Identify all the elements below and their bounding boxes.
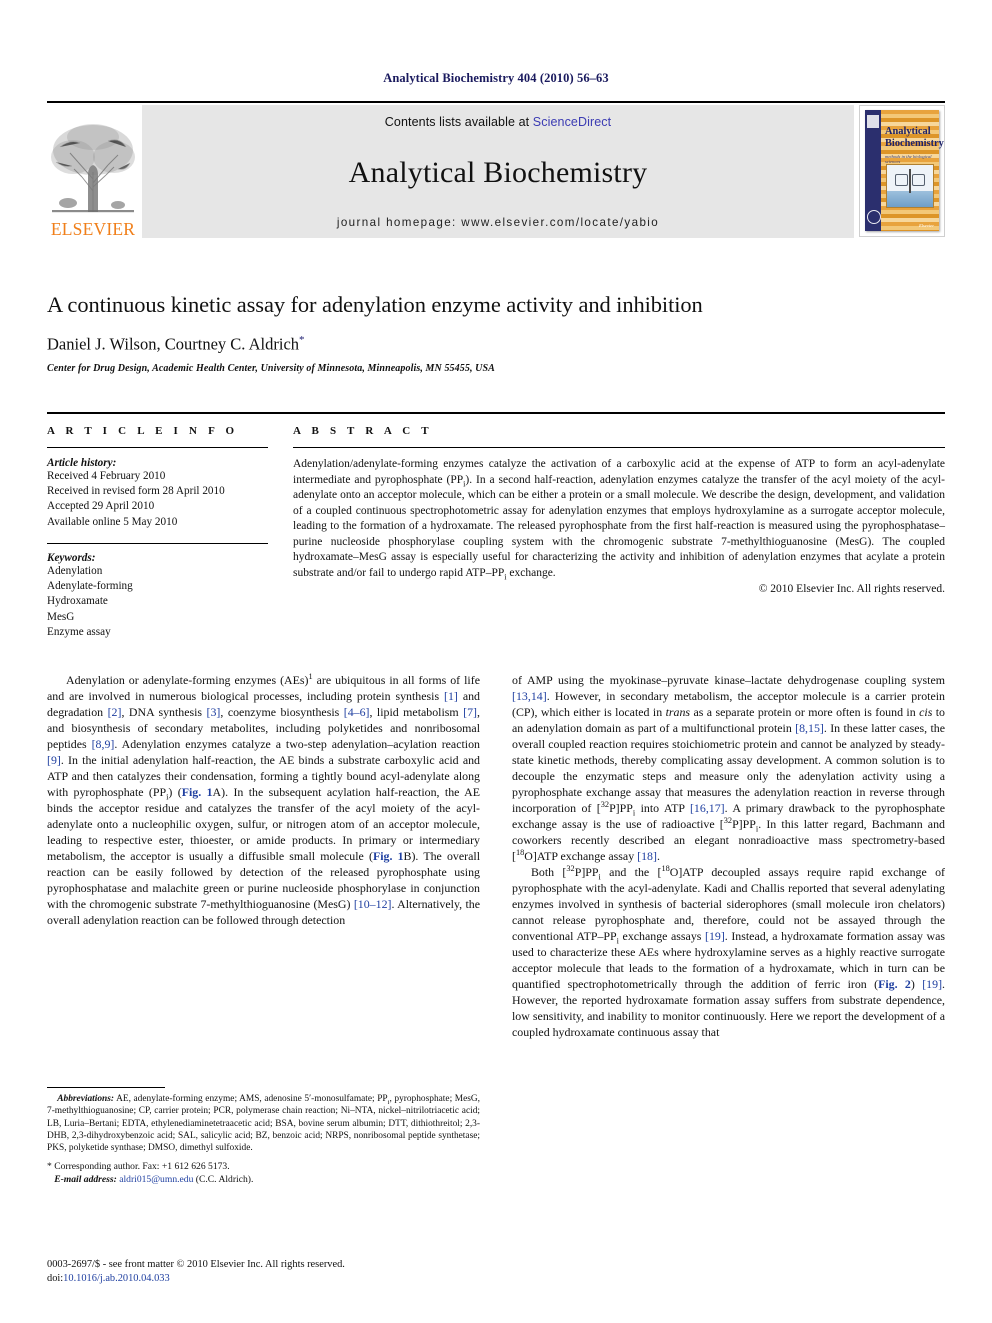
info-abstract-section: A R T I C L E I N F O Article history: R… <box>47 412 945 640</box>
abstract-heading: A B S T R A C T <box>293 425 433 437</box>
cover-art-molecule-left-icon <box>895 174 908 186</box>
article-history-label: Article history: <box>47 457 117 469</box>
running-head: Analytical Biochemistry 404 (2010) 56–63 <box>383 71 609 85</box>
article-info-rule <box>47 447 268 448</box>
keyword-item: Hydroxamate <box>47 595 108 608</box>
author-names: Daniel J. Wilson, Courtney C. Aldrich <box>47 334 300 354</box>
corresponding-author-footnote: * Corresponding author. Fax: +1 612 626 … <box>47 1161 480 1187</box>
journal-homepage-link[interactable]: journal homepage: www.elsevier.com/locat… <box>337 216 659 229</box>
body-paragraph: Adenylation or adenylate-forming enzymes… <box>47 672 481 927</box>
corresponding-text: Corresponding author. Fax: +1 612 626 51… <box>54 1161 230 1173</box>
journal-masthead: ELSEVIER Contents lists available at Sci… <box>47 101 945 240</box>
footnote-rule <box>47 1087 165 1088</box>
abstract-copyright: © 2010 Elsevier Inc. All rights reserved… <box>758 582 945 595</box>
abbreviations-label: Abbreviations: <box>57 1094 115 1104</box>
cover-artwork <box>886 164 934 208</box>
body-column-left: Adenylation or adenylate-forming enzymes… <box>47 672 480 1232</box>
journal-cover-thumbnail: Analytical Biochemistry methods in the b… <box>859 105 945 237</box>
doi-label: doi: <box>47 1273 64 1285</box>
keywords-block: Keywords: Adenylation Adenylate-forming … <box>47 552 268 640</box>
keywords-label: Keywords: <box>47 551 96 564</box>
abstract-column: A B S T R A C T Adenylation/adenylate-fo… <box>280 414 945 640</box>
keywords-rule <box>47 542 268 544</box>
cover-art-pole <box>909 169 912 193</box>
body-paragraph: of AMP using the myokinase–pyruvate kina… <box>512 673 946 863</box>
keyword-item: MesG <box>47 610 75 623</box>
issn-line: 0003-2697/$ - see front matter © 2010 El… <box>47 1259 345 1270</box>
elsevier-tree-icon <box>48 116 138 220</box>
article-info-column: A R T I C L E I N F O Article history: R… <box>47 414 280 640</box>
affiliation: Center for Drug Design, Academic Health … <box>47 363 495 375</box>
body-columns: Adenylation or adenylate-forming enzymes… <box>47 672 945 1232</box>
page-title: A continuous kinetic assay for adenylati… <box>47 292 703 317</box>
article-info-heading: A R T I C L E I N F O <box>47 425 239 437</box>
masthead-center-panel: Contents lists available at ScienceDirec… <box>142 105 854 238</box>
author-list: Daniel J. Wilson, Courtney C. Aldrich* <box>47 334 945 355</box>
elsevier-wordmark: ELSEVIER <box>50 218 136 239</box>
doi-line: doi:10.1016/j.ab.2010.04.033 <box>47 1272 480 1286</box>
keyword-item: Adenylate-forming <box>47 580 133 593</box>
doi-link[interactable]: 10.1016/j.ab.2010.04.033 <box>63 1273 170 1284</box>
cover-brand: Elsevier <box>918 223 934 228</box>
keyword-item: Adenylation <box>47 564 103 577</box>
footnote-block: Abbreviations: AE, adenylate-forming enz… <box>47 1087 480 1187</box>
cover-title: Analytical Biochemistry <box>885 126 944 149</box>
abstract-rule <box>293 447 945 448</box>
contents-available-line: Contents lists available at ScienceDirec… <box>385 115 611 129</box>
contents-prefix-text: Contents lists available at <box>384 115 533 129</box>
article-page: Analytical Biochemistry 404 (2010) 56–63 <box>0 0 992 1323</box>
body-paragraph: Both [32P]PPi and the [18O]ATP decoupled… <box>512 864 946 1039</box>
cover-globe-icon <box>867 210 881 224</box>
cover-title-line2: Biochemistry <box>885 137 944 149</box>
corresponding-author-marker: * <box>299 333 305 346</box>
history-item: Received in revised form 28 April 2010 <box>47 485 225 498</box>
article-title-block: A continuous kinetic assay for adenylati… <box>47 292 945 374</box>
body-column-right: of AMP using the myokinase–pyruvate kina… <box>512 672 945 1232</box>
history-item: Accepted 29 April 2010 <box>47 500 155 513</box>
sciencedirect-link[interactable]: ScienceDirect <box>533 115 611 129</box>
journal-title: Analytical Biochemistry <box>348 155 648 189</box>
history-item: Available online 5 May 2010 <box>47 515 178 528</box>
page-footer: 0003-2697/$ - see front matter © 2010 El… <box>47 1258 480 1286</box>
keyword-item: Enzyme assay <box>47 625 111 638</box>
cover-subtitle: methods in the biological sciences <box>885 154 932 165</box>
email-suffix: (C.C. Aldrich). <box>195 1174 254 1186</box>
abstract-text: Adenylation/adenylate-forming enzymes ca… <box>293 458 946 582</box>
history-item: Received 4 February 2010 <box>47 470 166 482</box>
elsevier-logo: ELSEVIER <box>47 105 139 240</box>
corresponding-marker: * <box>47 1161 52 1173</box>
cover-elsevier-icon <box>867 115 879 128</box>
email-label: E-mail address: <box>54 1174 117 1186</box>
cover-art-molecule-right-icon <box>912 174 925 186</box>
email-link[interactable]: aldri015@umn.edu <box>119 1174 193 1185</box>
abbreviations-footnote: Abbreviations: AE, adenylate-forming enz… <box>47 1094 481 1154</box>
cover-title-line1: Analytical <box>885 126 931 137</box>
